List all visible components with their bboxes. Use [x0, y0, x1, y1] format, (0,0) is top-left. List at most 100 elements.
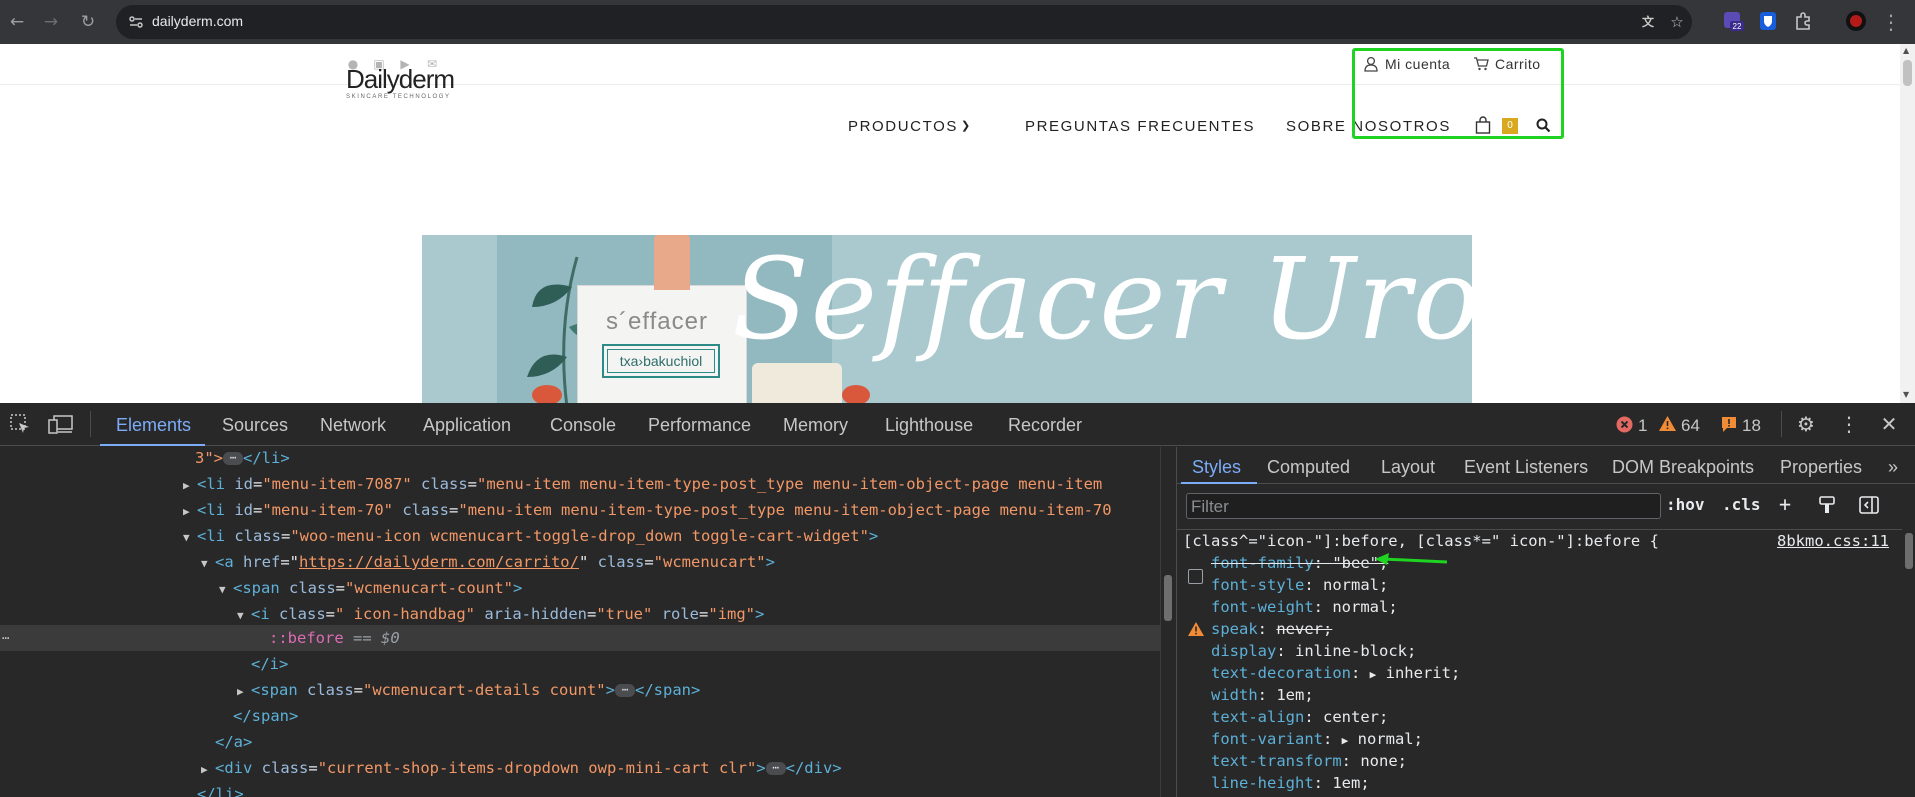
new-style-rule-plus-icon[interactable]: +: [1779, 492, 1791, 516]
selected-node-row[interactable]: [0, 625, 1160, 651]
reload-icon[interactable]: ↻: [77, 11, 99, 33]
forward-arrow-icon[interactable]: →: [40, 11, 62, 33]
page-scrollbar-thumb[interactable]: [1903, 60, 1912, 86]
hov-toggle-button[interactable]: :hov: [1666, 495, 1705, 514]
tree-line[interactable]: </i>: [251, 651, 288, 677]
css-declaration[interactable]: width: 1em;: [1211, 684, 1314, 706]
css-declaration[interactable]: display: inline-block;: [1211, 640, 1416, 662]
collapse-triangle-icon[interactable]: ▼: [219, 577, 233, 603]
tab-elements[interactable]: Elements: [116, 415, 191, 436]
tab-recorder[interactable]: Recorder: [1008, 415, 1082, 436]
close-devtools-icon[interactable]: ✕: [1878, 413, 1900, 435]
expand-triangle-icon[interactable]: ▶: [1370, 668, 1377, 681]
css-rule-block[interactable]: [class^="icon-"]:before, [class*=" icon-…: [1177, 529, 1902, 797]
expand-triangle-icon[interactable]: ▶: [237, 679, 251, 705]
tree-line[interactable]: ▶ <li id="menu-item-70" class="menu-item …: [183, 497, 1112, 523]
collapse-triangle-icon[interactable]: ▼: [183, 525, 197, 551]
href-link[interactable]: https://dailyderm.com/carrito/: [299, 553, 579, 571]
url-text[interactable]: dailyderm.com: [152, 13, 243, 29]
tree-line[interactable]: ▶ <li id="menu-item-7087" class="menu-ite…: [183, 471, 1102, 497]
css-declaration[interactable]: speak: never;: [1211, 618, 1332, 640]
tree-line-pseudo[interactable]: ::before == $0: [269, 625, 400, 651]
chevron-down-icon[interactable]: ❯: [961, 119, 972, 132]
site-settings-icon[interactable]: [128, 14, 144, 30]
styles-scrollbar[interactable]: [1902, 529, 1915, 797]
collapsed-node-ellipsis[interactable]: ⋯: [615, 684, 635, 697]
tab-dom-breakpoints[interactable]: DOM Breakpoints: [1612, 457, 1754, 478]
settings-gear-icon[interactable]: ⚙: [1795, 413, 1817, 435]
device-toolbar-icon[interactable]: [48, 413, 74, 435]
expand-triangle-icon[interactable]: ▶: [183, 473, 197, 499]
tab-event-listeners[interactable]: Event Listeners: [1464, 457, 1588, 478]
css-declaration[interactable]: text-decoration: ▶ inherit;: [1211, 662, 1460, 684]
styles-scrollbar-thumb[interactable]: [1905, 533, 1913, 569]
cls-toggle-button[interactable]: .cls: [1722, 495, 1761, 514]
elements-scrollbar-thumb[interactable]: [1164, 575, 1172, 621]
more-tabs-chevron-icon[interactable]: »: [1888, 457, 1898, 478]
expand-triangle-icon[interactable]: ▶: [201, 757, 215, 783]
tree-line[interactable]: ▼ <a href="https://dailyderm.com/carrito/…: [201, 549, 775, 575]
tab-network[interactable]: Network: [320, 415, 386, 436]
css-declaration[interactable]: font-family: "bee";: [1211, 552, 1388, 574]
tab-application[interactable]: Application: [423, 415, 511, 436]
css-selector[interactable]: [class^="icon-"]:before, [class*=" icon-…: [1183, 530, 1659, 552]
css-declaration[interactable]: text-align: center;: [1211, 706, 1388, 728]
hero-banner[interactable]: s´effacer txa›bakuchiol Seffacer Urogine: [422, 235, 1472, 403]
menu-item-faq[interactable]: PREGUNTAS FRECUENTES: [1025, 118, 1255, 135]
tab-sources[interactable]: Sources: [222, 415, 288, 436]
extension-icon[interactable]: 22: [1722, 10, 1744, 32]
inspect-element-icon[interactable]: [9, 413, 31, 435]
node-actions-icon[interactable]: ⋯: [2, 632, 16, 644]
css-declaration[interactable]: font-variant: ▶ normal;: [1211, 728, 1423, 750]
browser-menu-icon[interactable]: ⋮: [1880, 11, 1902, 33]
elements-tree[interactable]: ⋯ 3"> ⋯ </li> ▶ <li id="menu-item-7087" cla…: [0, 447, 1160, 797]
expand-triangle-icon[interactable]: ▶: [1342, 734, 1349, 747]
tab-memory[interactable]: Memory: [783, 415, 848, 436]
scroll-up-arrow-icon[interactable]: ▲: [1903, 46, 1909, 55]
tab-console[interactable]: Console: [550, 415, 616, 436]
css-declaration[interactable]: line-height: 1em;: [1211, 772, 1370, 794]
warning-count[interactable]: 64: [1681, 416, 1700, 436]
error-icon[interactable]: [1616, 416, 1633, 433]
issues-count[interactable]: 18: [1742, 416, 1761, 436]
address-bar[interactable]: dailyderm.com 文 ☆: [116, 5, 1692, 39]
issues-icon[interactable]: [1721, 416, 1737, 433]
collapsed-node-ellipsis[interactable]: ⋯: [223, 452, 243, 465]
warning-icon[interactable]: [1658, 415, 1677, 432]
tab-computed[interactable]: Computed: [1267, 457, 1350, 478]
collapse-triangle-icon[interactable]: ▼: [201, 551, 215, 577]
menu-item-products[interactable]: PRODUCTOS: [848, 118, 958, 135]
bookmark-star-icon[interactable]: ☆: [1668, 13, 1686, 31]
collapsed-node-ellipsis[interactable]: ⋯: [765, 762, 786, 775]
back-arrow-icon[interactable]: ←: [6, 11, 28, 33]
translate-icon[interactable]: 文: [1639, 13, 1657, 31]
scroll-down-arrow-icon[interactable]: ▼: [1903, 390, 1909, 399]
elements-scrollbar[interactable]: [1160, 447, 1174, 797]
tab-properties[interactable]: Properties: [1780, 457, 1862, 478]
tab-performance[interactable]: Performance: [648, 415, 751, 436]
collapse-triangle-icon[interactable]: ▼: [237, 603, 251, 629]
paint-format-icon[interactable]: [1819, 496, 1835, 514]
password-manager-shield-icon[interactable]: [1757, 10, 1779, 32]
tab-styles[interactable]: Styles: [1192, 457, 1241, 478]
toggle-sidebar-icon[interactable]: [1859, 496, 1879, 514]
profile-avatar-icon[interactable]: [1845, 10, 1867, 32]
css-source-link[interactable]: 8bkmo.css:11: [1777, 532, 1889, 550]
more-options-icon[interactable]: ⋮: [1838, 413, 1860, 435]
page-scrollbar[interactable]: ▲ ▼: [1900, 44, 1915, 403]
site-logo[interactable]: Dailyderm SKINCARE TECHNOLOGY: [346, 64, 455, 100]
tree-line[interactable]: ▶ <span class="wcmenucart-details count">…: [237, 677, 700, 703]
css-declaration[interactable]: font-weight: normal;: [1211, 596, 1398, 618]
styles-filter-input[interactable]: Filter: [1186, 493, 1661, 519]
tree-line[interactable]: ▼ <i class=" icon-handbag" aria-hidden="t…: [237, 601, 764, 627]
tree-line[interactable]: ▶ <div class="current-shop-items-dropdown…: [201, 755, 842, 781]
property-toggle-checkbox[interactable]: [1188, 569, 1203, 584]
error-count[interactable]: 1: [1638, 416, 1647, 436]
tree-line[interactable]: </li>: [197, 781, 244, 797]
tree-line[interactable]: 3"> ⋯ </li>: [195, 447, 290, 471]
tab-layout[interactable]: Layout: [1381, 457, 1435, 478]
tree-line[interactable]: ▼ <span class="wcmenucart-count">: [219, 575, 522, 601]
extensions-puzzle-icon[interactable]: [1792, 10, 1814, 32]
css-declaration[interactable]: text-transform: none;: [1211, 750, 1407, 772]
tree-line[interactable]: ▼ <li class="woo-menu-icon wcmenucart-tog…: [183, 523, 878, 549]
